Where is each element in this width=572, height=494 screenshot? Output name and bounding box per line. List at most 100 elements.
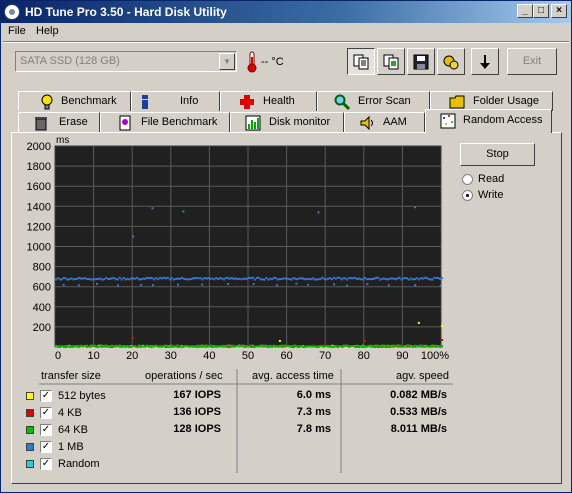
x-tick-label: 0 xyxy=(55,350,61,362)
data-point-1-mb xyxy=(408,278,411,281)
data-point-1-mb xyxy=(307,283,310,286)
series-checkbox[interactable]: ✓ xyxy=(40,441,52,453)
data-point-64-kb xyxy=(423,345,426,348)
data-point-512-bytes xyxy=(278,339,281,342)
data-point-1-mb xyxy=(184,278,187,281)
data-point-64-kb xyxy=(107,345,110,348)
data-point-64-kb xyxy=(371,345,374,348)
data-point-1-mb xyxy=(93,278,96,281)
data-point-64-kb xyxy=(224,345,227,348)
series-checkbox[interactable]: ✓ xyxy=(40,424,52,436)
data-point-64-kb xyxy=(350,345,353,348)
data-point-64-kb xyxy=(398,344,401,347)
data-point-64-kb xyxy=(269,344,272,347)
data-point-1-mb xyxy=(388,277,391,280)
cell-ops: 167 IOPS xyxy=(173,389,221,401)
data-point-1-mb xyxy=(201,278,204,281)
data-point-64-kb xyxy=(294,344,297,347)
data-point-64-kb xyxy=(93,344,96,347)
data-point-64-kb xyxy=(325,344,328,347)
data-point-1-mb xyxy=(290,278,293,281)
data-point-64-kb xyxy=(249,344,252,347)
data-point-64-kb xyxy=(168,345,171,348)
x-tick-label: 10 xyxy=(87,350,99,362)
data-point-1-mb xyxy=(91,278,94,281)
data-point-64-kb xyxy=(155,344,158,347)
data-point-64-kb xyxy=(342,345,345,348)
data-point-64-kb xyxy=(261,344,264,347)
data-point-1-mb xyxy=(124,278,127,281)
data-point-1-mb xyxy=(74,278,77,281)
data-point-1-mb xyxy=(140,283,143,286)
data-point-64-kb xyxy=(238,345,241,348)
data-point-1-mb xyxy=(190,278,193,281)
cell-ops: 136 IOPS xyxy=(173,406,221,418)
data-point-64-kb xyxy=(313,345,316,348)
data-point-64-kb xyxy=(132,345,135,348)
cell-speed: 0.533 MB/s xyxy=(390,406,447,418)
data-point-1-mb xyxy=(366,283,369,286)
data-point-1-mb xyxy=(99,277,102,280)
data-point-1-mb xyxy=(398,276,401,279)
data-point-1-mb xyxy=(365,278,368,281)
data-point-1-mb xyxy=(441,277,443,280)
data-point-64-kb xyxy=(334,345,337,348)
data-point-1-mb xyxy=(414,284,417,287)
tab-random-access[interactable]: Random Access xyxy=(425,109,552,133)
write-radio-label: Write xyxy=(478,189,504,201)
data-point-1-mb xyxy=(83,277,86,280)
data-point-4-kb xyxy=(441,338,443,341)
data-point-1-mb xyxy=(103,278,106,281)
series-checkbox[interactable]: ✓ xyxy=(40,458,52,470)
data-point-64-kb xyxy=(139,345,142,348)
data-point-64-kb xyxy=(267,345,270,348)
read-radio[interactable] xyxy=(462,174,473,185)
data-point-1-mb xyxy=(109,277,112,280)
data-point-64-kb xyxy=(402,345,405,348)
series-checkbox[interactable]: ✓ xyxy=(40,390,52,402)
data-point-1-mb xyxy=(350,277,353,280)
data-point-64-kb xyxy=(332,345,335,348)
data-point-1-mb xyxy=(265,277,268,280)
data-point-64-kb xyxy=(284,344,287,347)
data-point-1-mb xyxy=(356,277,359,280)
cell-access: 6.0 ms xyxy=(296,389,331,401)
stop-button[interactable]: Stop xyxy=(460,143,535,166)
data-point-64-kb xyxy=(109,345,112,348)
data-point-64-kb xyxy=(134,345,137,348)
data-point-64-kb xyxy=(153,345,156,348)
data-point-64-kb xyxy=(373,344,376,347)
data-point-64-kb xyxy=(226,344,229,347)
data-point-1-mb xyxy=(257,276,260,279)
data-point-64-kb xyxy=(170,345,173,348)
data-point-1-mb xyxy=(192,277,195,280)
data-point-64-kb xyxy=(296,345,299,348)
cell-speed: 0.082 MB/s xyxy=(390,389,447,401)
data-point-64-kb xyxy=(165,344,168,347)
data-point-1-mb xyxy=(244,277,247,280)
legend-swatch xyxy=(26,443,34,451)
series-checkbox[interactable]: ✓ xyxy=(40,407,52,419)
y-tick-label: 600 xyxy=(33,282,51,294)
data-point-64-kb xyxy=(215,345,218,348)
data-point-1-mb xyxy=(220,277,223,280)
data-point-1-mb xyxy=(159,276,162,279)
write-radio[interactable] xyxy=(462,190,473,201)
data-point-64-kb xyxy=(377,344,380,347)
data-point-1-mb xyxy=(255,276,258,279)
data-point-1-mb xyxy=(137,278,140,281)
data-point-1-mb xyxy=(392,277,395,280)
data-point-1-mb xyxy=(172,278,175,281)
data-point-1-mb xyxy=(402,277,405,280)
data-point-1-mb xyxy=(271,278,274,281)
data-point-1-mb xyxy=(248,276,250,279)
data-point-1-mb xyxy=(327,277,330,280)
data-point-64-kb xyxy=(205,344,208,347)
data-point-64-kb xyxy=(161,345,164,348)
data-point-1-mb xyxy=(145,277,148,280)
data-point-64-kb xyxy=(394,344,397,347)
data-point-64-kb xyxy=(419,344,422,347)
data-point-64-kb xyxy=(425,344,428,347)
y-tick-label: 400 xyxy=(33,302,51,314)
data-point-64-kb xyxy=(417,344,420,347)
